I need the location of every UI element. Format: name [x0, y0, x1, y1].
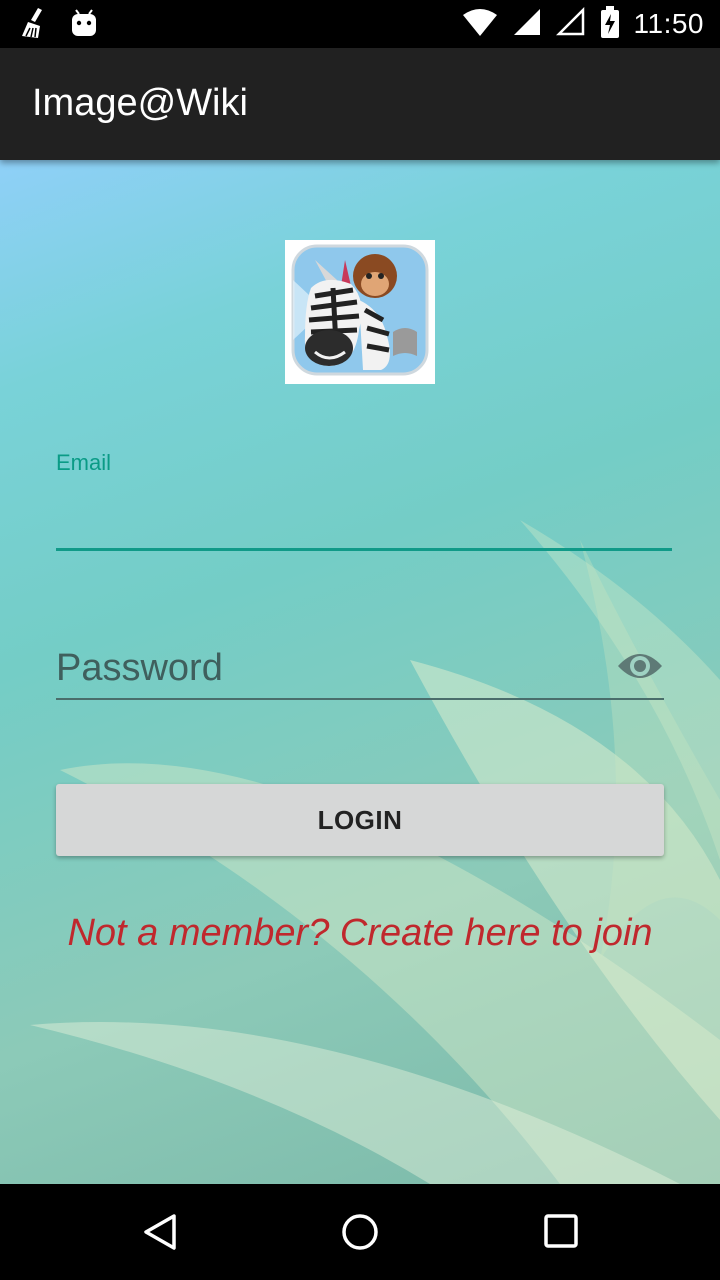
wifi-icon [462, 7, 498, 42]
recents-icon[interactable] [542, 1212, 582, 1252]
status-bar: 11:50 [0, 0, 720, 48]
broom-icon [18, 6, 52, 45]
email-label: Email [56, 450, 112, 475]
signal-empty-icon [555, 6, 586, 42]
status-time: 11:50 [633, 8, 704, 39]
eye-icon[interactable] [616, 646, 664, 686]
app-bar: Image@Wiki [0, 48, 720, 160]
navigation-bar [0, 1184, 720, 1280]
email-field[interactable] [56, 480, 672, 551]
signup-link[interactable]: Not a member? Create here to join [0, 912, 720, 955]
password-field[interactable] [56, 638, 664, 700]
login-button[interactable]: LOGIN [56, 784, 664, 856]
login-screen: Email LOGIN Not a member? Create here to… [0, 160, 720, 1184]
battery-charging-icon [600, 5, 620, 43]
back-icon[interactable] [140, 1212, 180, 1252]
home-icon[interactable] [340, 1212, 380, 1252]
app-logo [285, 240, 435, 384]
android-icon [70, 8, 98, 43]
signal-icon [512, 7, 542, 42]
app-title: Image@Wiki [32, 82, 248, 124]
